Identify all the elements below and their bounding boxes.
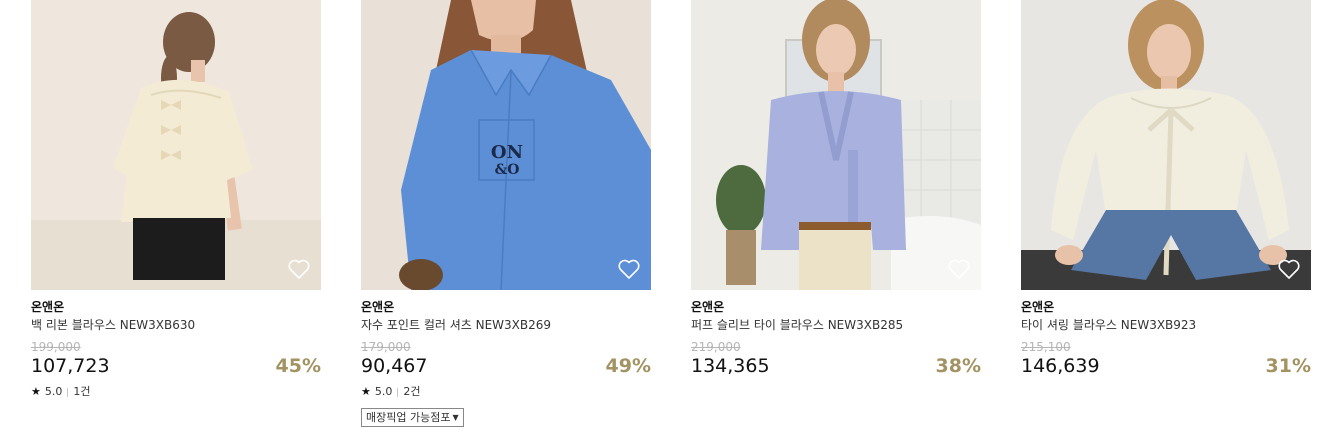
discount-rate: 45% bbox=[275, 355, 321, 377]
product-photo-lavender-blouse bbox=[691, 0, 981, 290]
product-brand[interactable]: 온앤온 bbox=[361, 299, 394, 315]
product-photo-ivory-blouse bbox=[1021, 0, 1311, 290]
review-count: 2건 bbox=[403, 385, 421, 398]
product-card[interactable]: ON &O 온앤온 자수 포인트 컬러 셔츠 NEW3XB269 179,000… bbox=[361, 0, 651, 443]
product-photo-blue-shirt: ON &O bbox=[361, 0, 651, 290]
product-name[interactable]: 자수 포인트 컬러 셔츠 NEW3XB269 bbox=[361, 317, 551, 333]
product-rating: ★ 5.0 2건 bbox=[361, 385, 421, 399]
svg-text:ON: ON bbox=[491, 142, 523, 163]
product-brand[interactable]: 온앤온 bbox=[31, 299, 64, 315]
rating-score: 5.0 bbox=[374, 385, 393, 398]
caret-down-icon: ▼ bbox=[452, 413, 459, 422]
sale-price: 146,639 bbox=[1021, 355, 1100, 377]
product-name[interactable]: 백 리본 블라우스 NEW3XB630 bbox=[31, 317, 195, 333]
wishlist-heart-icon[interactable] bbox=[287, 258, 311, 280]
store-pickup-dropdown[interactable]: 매장픽업 가능점포 ▼ bbox=[361, 408, 464, 427]
star-icon: ★ bbox=[31, 385, 41, 398]
discount-rate: 38% bbox=[935, 355, 981, 377]
wishlist-heart-icon[interactable] bbox=[617, 258, 641, 280]
original-price: 179,000 bbox=[361, 340, 411, 354]
original-price: 199,000 bbox=[31, 340, 81, 354]
product-card[interactable]: 온앤온 퍼프 슬리브 타이 블라우스 NEW3XB285 219,000 134… bbox=[691, 0, 981, 443]
product-card[interactable]: 온앤온 백 리본 블라우스 NEW3XB630 199,000 107,723 … bbox=[31, 0, 321, 443]
discount-rate: 49% bbox=[605, 355, 651, 377]
sale-price: 107,723 bbox=[31, 355, 110, 377]
product-image[interactable] bbox=[31, 0, 321, 290]
sale-price: 90,467 bbox=[361, 355, 428, 377]
discount-rate: 31% bbox=[1265, 355, 1311, 377]
original-price: 219,000 bbox=[691, 340, 741, 354]
sale-price: 134,365 bbox=[691, 355, 770, 377]
product-image[interactable]: ON &O bbox=[361, 0, 651, 290]
product-grid: 온앤온 백 리본 블라우스 NEW3XB630 199,000 107,723 … bbox=[31, 0, 1311, 443]
star-icon: ★ bbox=[361, 385, 371, 398]
product-name[interactable]: 퍼프 슬리브 타이 블라우스 NEW3XB285 bbox=[691, 317, 903, 333]
divider bbox=[67, 387, 69, 397]
product-photo-cream-blouse bbox=[31, 0, 321, 290]
store-pickup-label: 매장픽업 가능점포 bbox=[366, 411, 451, 424]
product-image[interactable] bbox=[691, 0, 981, 290]
product-card[interactable]: 온앤온 타이 셔링 블라우스 NEW3XB923 215,100 146,639… bbox=[1021, 0, 1311, 443]
svg-text:&O: &O bbox=[495, 162, 520, 178]
rating-score: 5.0 bbox=[44, 385, 63, 398]
product-rating: ★ 5.0 1건 bbox=[31, 385, 91, 399]
review-count: 1건 bbox=[73, 385, 91, 398]
wishlist-heart-icon[interactable] bbox=[947, 258, 971, 280]
wishlist-heart-icon[interactable] bbox=[1277, 258, 1301, 280]
product-brand[interactable]: 온앤온 bbox=[691, 299, 724, 315]
original-price: 215,100 bbox=[1021, 340, 1071, 354]
product-name[interactable]: 타이 셔링 블라우스 NEW3XB923 bbox=[1021, 317, 1196, 333]
divider bbox=[397, 387, 399, 397]
product-image[interactable] bbox=[1021, 0, 1311, 290]
product-brand[interactable]: 온앤온 bbox=[1021, 299, 1054, 315]
